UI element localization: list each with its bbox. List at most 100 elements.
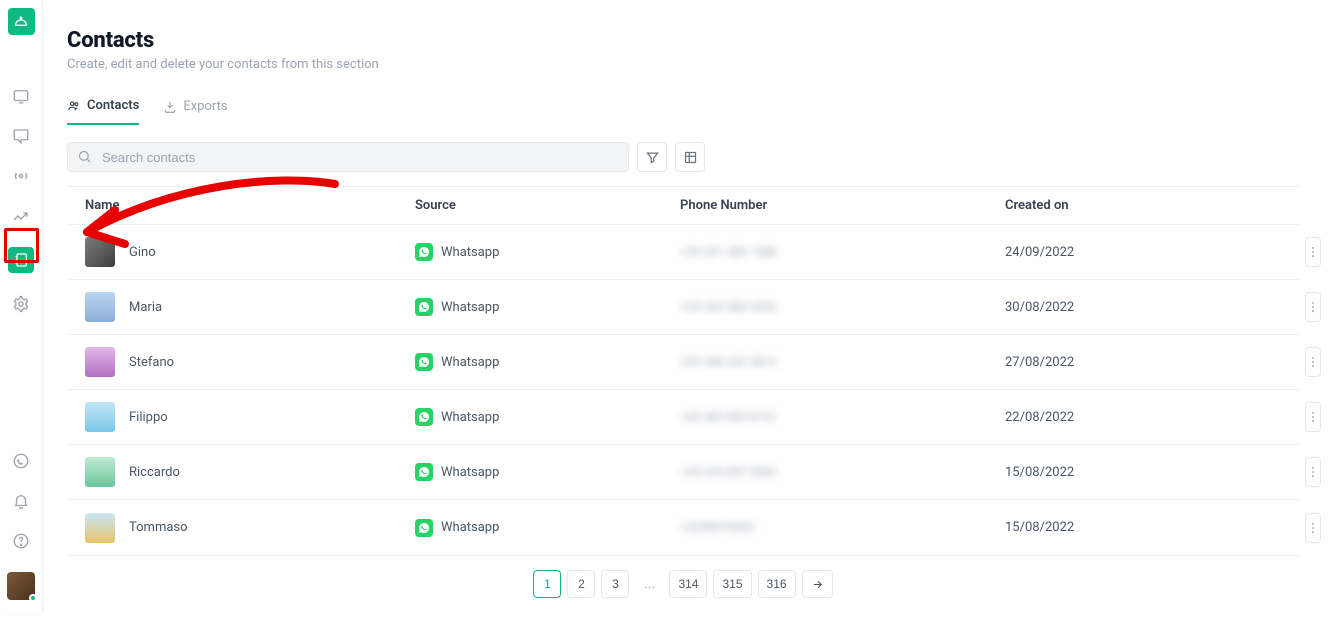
contact-name: Maria xyxy=(129,300,162,315)
cloche-icon xyxy=(13,14,29,30)
nav-dashboard[interactable] xyxy=(12,87,30,105)
contact-phone: +39 345 586 9555 xyxy=(680,300,777,314)
page-subtitle: Create, edit and delete your contacts fr… xyxy=(67,57,1299,72)
contact-created: 22/08/2022 xyxy=(987,406,1287,429)
contact-avatar xyxy=(85,513,115,543)
contact-source: Whatsapp xyxy=(441,465,499,480)
filter-button[interactable] xyxy=(637,142,667,172)
next-page-button[interactable] xyxy=(802,570,833,598)
contact-phone: +39 331 385 1388 xyxy=(680,245,777,259)
tab-contacts[interactable]: Contacts xyxy=(67,92,139,125)
user-avatar[interactable] xyxy=(7,572,35,600)
row-actions-button[interactable] xyxy=(1305,347,1321,377)
contact-avatar xyxy=(85,292,115,322)
contact-name: Filippo xyxy=(129,410,168,425)
page-title: Contacts xyxy=(67,28,1299,53)
column-name: Name xyxy=(67,194,397,217)
more-vertical-icon xyxy=(1306,355,1320,369)
nav-help[interactable] xyxy=(12,532,30,550)
search-input[interactable] xyxy=(67,142,629,172)
contact-name: Tommaso xyxy=(129,520,188,535)
more-vertical-icon xyxy=(1306,300,1320,314)
contacts-icon xyxy=(67,99,81,113)
filter-bar xyxy=(67,142,1299,172)
whatsapp-icon xyxy=(415,298,433,316)
page-button[interactable]: 315 xyxy=(713,570,751,598)
table-row[interactable]: Stefano Whatsapp +39 348 232 5815 27/08/… xyxy=(67,335,1299,390)
whatsapp-icon xyxy=(415,463,433,481)
nav-analytics[interactable] xyxy=(12,207,30,225)
export-icon xyxy=(163,100,177,114)
table-row[interactable]: Gino Whatsapp +39 331 385 1388 24/09/202… xyxy=(67,225,1299,280)
tab-label: Contacts xyxy=(87,98,139,113)
table-row[interactable]: Riccardo Whatsapp +39 329 897 0082 15/08… xyxy=(67,445,1299,500)
tab-label: Exports xyxy=(183,99,227,114)
filter-icon xyxy=(645,150,660,165)
nav-contacts[interactable] xyxy=(8,247,34,273)
nav-broadcast[interactable] xyxy=(12,167,30,185)
contact-phone: +39 389 889 8147 xyxy=(680,410,777,424)
nav-notifications[interactable] xyxy=(12,492,30,510)
whatsapp-icon xyxy=(415,408,433,426)
page-button[interactable]: 3 xyxy=(601,570,629,598)
row-actions-button[interactable] xyxy=(1305,292,1321,322)
columns-button[interactable] xyxy=(675,142,705,172)
pagination: 123…314315316 xyxy=(67,570,1299,598)
contact-created: 24/09/2022 xyxy=(987,241,1287,264)
contact-source: Whatsapp xyxy=(441,300,499,315)
column-created: Created on xyxy=(987,194,1287,217)
row-actions-button[interactable] xyxy=(1305,402,1321,432)
page-button[interactable]: 1 xyxy=(533,570,561,598)
contact-created: 15/08/2022 xyxy=(987,516,1287,539)
contact-phone: +39 348 232 5815 xyxy=(680,355,777,369)
contact-source: Whatsapp xyxy=(441,410,499,425)
contact-source: Whatsapp xyxy=(441,245,499,260)
more-vertical-icon xyxy=(1306,465,1320,479)
main-content: Contacts Create, edit and delete your co… xyxy=(43,0,1323,618)
contact-avatar xyxy=(85,402,115,432)
table-row[interactable]: Filippo Whatsapp +39 389 889 8147 22/08/… xyxy=(67,390,1299,445)
nav-whatsapp[interactable] xyxy=(12,452,30,470)
table-row[interactable]: Tommaso Whatsapp +3298970052 15/08/2022 xyxy=(67,500,1299,555)
app-logo[interactable] xyxy=(8,8,35,35)
whatsapp-icon xyxy=(415,353,433,371)
page-button[interactable]: 316 xyxy=(758,570,796,598)
more-vertical-icon xyxy=(1306,410,1320,424)
contacts-table: Name Source Phone Number Created on Gino… xyxy=(67,186,1299,556)
contact-created: 30/08/2022 xyxy=(987,296,1287,319)
contact-avatar xyxy=(85,237,115,267)
page-ellipsis: … xyxy=(635,570,663,598)
contact-phone: +39 329 897 0082 xyxy=(680,465,777,479)
table-row[interactable]: Maria Whatsapp +39 345 586 9555 30/08/20… xyxy=(67,280,1299,335)
contact-avatar xyxy=(85,347,115,377)
contact-phone: +3298970052 xyxy=(680,520,754,534)
nav-messages[interactable] xyxy=(12,127,30,145)
whatsapp-icon xyxy=(415,243,433,261)
row-actions-button[interactable] xyxy=(1305,237,1321,267)
table-header: Name Source Phone Number Created on xyxy=(67,187,1299,225)
contact-source: Whatsapp xyxy=(441,355,499,370)
contact-created: 15/08/2022 xyxy=(987,461,1287,484)
row-actions-button[interactable] xyxy=(1305,513,1321,543)
page-button[interactable]: 314 xyxy=(669,570,707,598)
contact-name: Gino xyxy=(129,245,156,260)
contact-name: Stefano xyxy=(129,355,174,370)
more-vertical-icon xyxy=(1306,245,1320,259)
nav-settings[interactable] xyxy=(12,295,30,313)
contact-created: 27/08/2022 xyxy=(987,351,1287,374)
column-source: Source xyxy=(397,194,662,217)
tab-exports[interactable]: Exports xyxy=(163,92,227,125)
sidebar xyxy=(0,0,43,612)
more-vertical-icon xyxy=(1306,521,1320,535)
page-button[interactable]: 2 xyxy=(567,570,595,598)
tabs: Contacts Exports xyxy=(67,92,1299,126)
column-phone: Phone Number xyxy=(662,194,987,217)
columns-icon xyxy=(683,150,698,165)
whatsapp-icon xyxy=(415,519,433,537)
contact-avatar xyxy=(85,457,115,487)
contact-name: Riccardo xyxy=(129,465,180,480)
arrow-right-icon xyxy=(811,578,824,591)
row-actions-button[interactable] xyxy=(1305,457,1321,487)
search-icon xyxy=(77,149,92,168)
presence-dot xyxy=(29,594,37,602)
